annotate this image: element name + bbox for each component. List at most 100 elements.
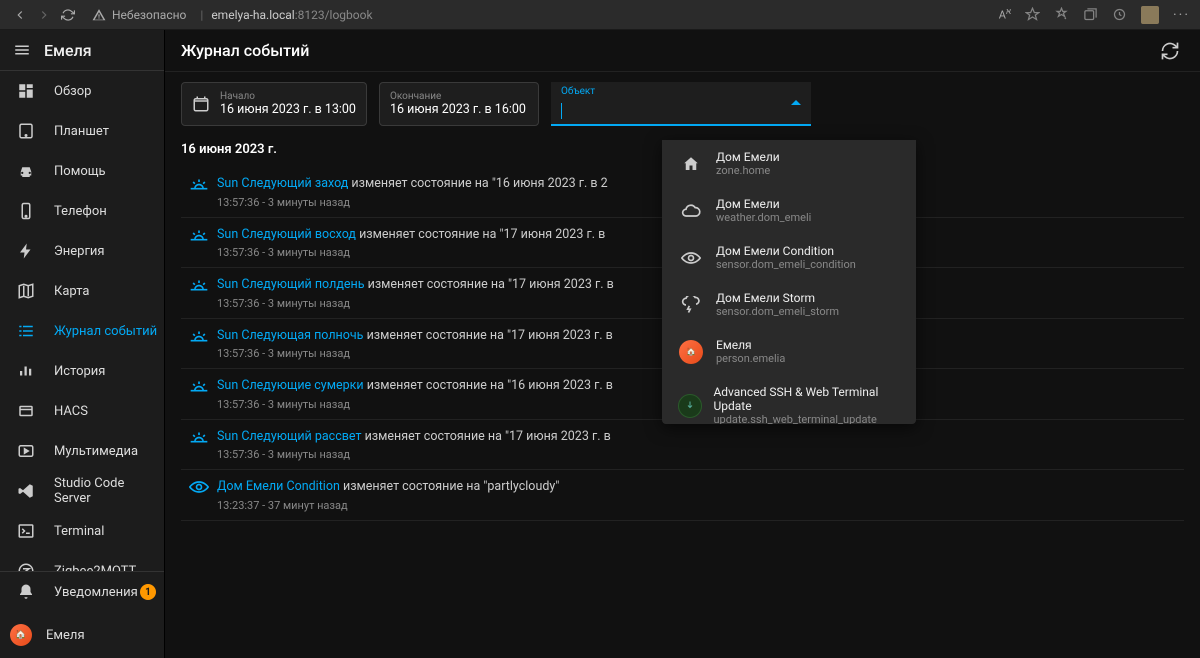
entity-label: Объект (561, 86, 801, 97)
refresh-button[interactable] (1156, 37, 1184, 65)
favorites-icon[interactable] (1054, 7, 1069, 22)
sidebar-item-car[interactable]: Помощь (0, 151, 164, 191)
log-row: Дом Емели Condition изменяет состояние н… (181, 470, 1184, 521)
dropdown-item-name: Дом Емели (716, 197, 811, 211)
log-row-icon (181, 175, 217, 197)
log-row-icon (181, 276, 217, 298)
dropdown-item-name: Дом Емели (716, 150, 780, 164)
log-meta: 13:23:37 - 37 минут назад (217, 499, 1184, 512)
tablet-icon (14, 119, 38, 143)
log-entity-link[interactable]: Sun Следующий полдень (217, 277, 365, 292)
log-text: изменяет состояние на "16 июня 2023 г. в (364, 378, 613, 393)
dropdown-item[interactable]: 🏠Емеляperson.emelia (662, 328, 916, 375)
dropdown-item-sub: update.ssh_web_terminal_update (713, 413, 902, 424)
user-name: Емеля (46, 628, 85, 643)
sidebar-item-play[interactable]: Мультимедиа (0, 431, 164, 471)
notifications-label: Уведомления (54, 585, 140, 600)
start-label: Начало (220, 91, 356, 102)
sidebar-item-map[interactable]: Карта (0, 271, 164, 311)
log-text: изменяет состояние на "17 июня 2023 г. в (361, 429, 610, 444)
dropdown-item[interactable]: Дом Емели Stormsensor.dom_emeli_storm (662, 281, 916, 328)
update-icon (678, 394, 702, 418)
browser-back-button[interactable] (10, 5, 30, 25)
home-icon (682, 155, 700, 173)
log-entity-link[interactable]: Sun Следующий рассвет (217, 429, 361, 444)
hacs-icon (14, 399, 38, 423)
dropdown-item-name: Дом Емели Condition (716, 244, 856, 258)
sidebar-item-vscode[interactable]: Studio Code Server (0, 471, 164, 511)
sidebar-item-terminal[interactable]: Terminal (0, 511, 164, 551)
insecure-badge: Небезопасно (92, 8, 186, 22)
sidebar-item-label: Terminal (54, 524, 164, 539)
dropdown-item-sub: sensor.dom_emeli_storm (716, 305, 839, 318)
text-size-icon[interactable]: Aא (999, 7, 1011, 22)
filter-bar: Начало 16 июня 2023 г. в 13:00 Окончание… (165, 72, 1200, 136)
sidebar-item-label: Журнал событий (54, 324, 164, 339)
sidebar-item-notifications[interactable]: Уведомления 1 (0, 572, 164, 612)
url-text[interactable]: emelya-ha.local:8123/logbook (211, 8, 372, 22)
list-icon (14, 319, 38, 343)
end-label: Окончание (390, 91, 526, 102)
log-entity-link[interactable]: Sun Следующие сумерки (217, 378, 364, 393)
log-row: Sun Следующий рассвет изменяет состояние… (181, 420, 1184, 471)
dropdown-item[interactable]: Advanced SSH & Web Terminal Updateupdate… (662, 375, 916, 424)
sidebar-item-zigbee[interactable]: Zigbee2MQTT (0, 551, 164, 571)
sidebar-user[interactable]: 🏠 Емеля (0, 612, 164, 658)
sidebar-item-label: Карта (54, 284, 164, 299)
calendar-icon (192, 95, 210, 113)
browser-forward-button[interactable] (34, 5, 54, 25)
sidebar-item-list[interactable]: Журнал событий (0, 311, 164, 351)
zigbee-icon (14, 559, 38, 571)
sidebar-item-label: HACS (54, 404, 164, 419)
hamburger-button[interactable] (10, 38, 34, 62)
log-entity-link[interactable]: Дом Емели Condition (217, 479, 340, 494)
dropdown-item[interactable]: Дом Емели Conditionsensor.dom_emeli_cond… (662, 234, 916, 281)
chart-icon (14, 359, 38, 383)
entity-filter-input[interactable]: Объект (551, 82, 811, 126)
log-entity-link[interactable]: Sun Следующий восход (217, 227, 356, 242)
sidebar-item-dashboard[interactable]: Обзор (0, 71, 164, 111)
start-date-field[interactable]: Начало 16 июня 2023 г. в 13:00 (181, 82, 367, 126)
dropdown-item[interactable]: Дом Емелиzone.home (662, 140, 916, 187)
sidebar-item-chart[interactable]: История (0, 351, 164, 391)
terminal-icon (14, 519, 38, 543)
page-title: Журнал событий (181, 41, 309, 60)
log-text: изменяет состояние на "17 июня 2023 г. в (363, 328, 612, 343)
browser-reload-button[interactable] (58, 5, 78, 25)
sidebar-item-bolt[interactable]: Энергия (0, 231, 164, 271)
extensions-icon[interactable] (1112, 7, 1127, 22)
bell-icon (17, 583, 35, 601)
browser-profile-avatar[interactable] (1141, 6, 1159, 24)
log-row-icon (181, 428, 217, 450)
dropdown-arrow-icon (791, 98, 801, 108)
dropdown-item-name: Дом Емели Storm (716, 291, 839, 305)
sidebar-item-label: Энергия (54, 244, 164, 259)
log-entity-link[interactable]: Sun Следующая полночь (217, 328, 363, 343)
end-value: 16 июня 2023 г. в 16:00 (390, 102, 526, 117)
sidebar-item-phone[interactable]: Телефон (0, 191, 164, 231)
dropdown-item-name: Емеля (716, 338, 785, 352)
log-row-icon (181, 377, 217, 399)
log-meta: 13:57:36 - 3 минуты назад (217, 448, 1184, 461)
log-row-icon (181, 226, 217, 248)
person-avatar-icon: 🏠 (679, 340, 703, 364)
collections-icon[interactable] (1083, 7, 1098, 22)
dropdown-item[interactable]: Дом Емелиweather.dom_emeli (662, 187, 916, 234)
browser-menu-button[interactable]: ··· (1173, 7, 1190, 23)
dashboard-icon (14, 79, 38, 103)
log-text: изменяет состояние на "16 июня 2023 г. в… (348, 176, 607, 191)
end-date-field[interactable]: Окончание 16 июня 2023 г. в 16:00 (379, 82, 539, 126)
entity-dropdown: Дом Емелиzone.homeДом Емелиweather.dom_e… (662, 140, 916, 424)
sidebar-item-label: Мультимедиа (54, 444, 164, 459)
sidebar-item-label: Studio Code Server (54, 476, 164, 506)
dropdown-item-sub: zone.home (716, 164, 780, 177)
sidebar-title: Емеля (44, 41, 92, 60)
log-row-icon (181, 327, 217, 349)
sidebar-item-tablet[interactable]: Планшет (0, 111, 164, 151)
car-icon (14, 159, 38, 183)
sidebar-item-hacs[interactable]: HACS (0, 391, 164, 431)
star-icon[interactable] (1025, 7, 1040, 22)
log-entity-link[interactable]: Sun Следующий заход (217, 176, 348, 191)
user-avatar-icon: 🏠 (10, 624, 32, 646)
log-text: изменяет состояние на "17 июня 2023 г. в (356, 227, 605, 242)
